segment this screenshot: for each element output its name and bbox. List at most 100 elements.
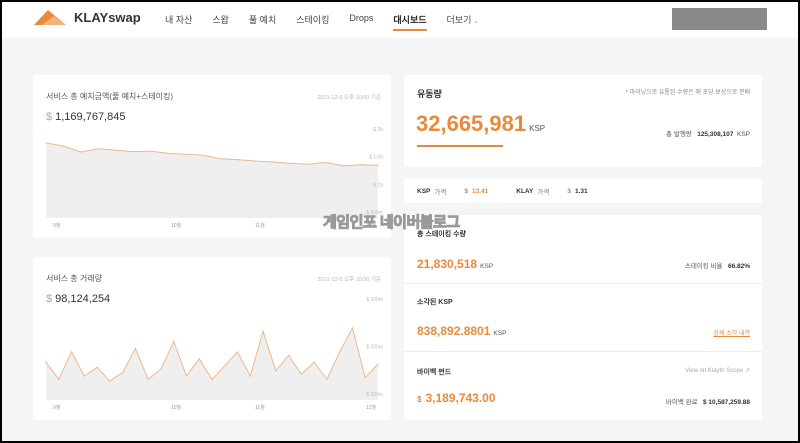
volume-area-fill [46,327,378,400]
total-supply-unit: KSP [736,131,750,138]
volume-data-point [211,378,213,380]
burned-unit: KSP [493,330,507,337]
deposit-data-point [272,161,274,163]
volume-data-point [122,371,124,374]
volume-data-point [173,341,175,343]
stats-card: 총 스테이킹 수량 21,830,518 KSP 스테이킹 비율 66.82% 소… [404,215,762,420]
deposit-data-point [290,162,292,164]
volume-data-point [300,373,302,375]
buyback-done-value: $ 10,587,259.88 [703,399,750,406]
wallet-button[interactable] [672,8,767,30]
buyback-currency: $ [417,395,422,404]
menu-item-swap[interactable]: 스왑 [212,13,229,26]
volume-y-tick-label: $ 300m [366,297,383,303]
circulation-accent-bar [417,145,503,147]
burned-section: 소각된 KSP 838,892.8801 KSP 상세 소각 내역 [404,283,762,351]
deposit-data-point [342,165,344,167]
menu-item-more[interactable]: 더보기 ⌄ [447,13,480,26]
volume-data-point [288,354,290,356]
menu-item-staking[interactable]: 스테이킹 [296,13,329,26]
circulation-amount: 32,665,981 [416,111,527,136]
buyback-amount: 3,189,743.00 [425,391,496,405]
volume-data-point [45,361,47,363]
deposit-data-point [167,152,169,154]
top-nav: KLAYswap 내 자산 스왑 풀 예치 스테이킹 Drops 대시보드 더보… [0,0,800,38]
volume-y-tick-label: $ 100m [366,392,383,398]
deposit-data-point [80,151,82,153]
burned-value: 838,892.8801 KSP [417,324,506,338]
volume-data-point [58,378,60,380]
menu-item-drops[interactable]: Drops [349,13,373,26]
volume-data-point [109,380,111,382]
klayswap-logo-icon [34,10,66,25]
buyback-done-label: 바이백 완료 [665,399,698,406]
total-supply: 총 발행량 125,308,107 KSP [666,128,750,138]
deposit-data-point [97,148,100,150]
menu-item-dashboard[interactable]: 대시보드 [393,13,427,31]
buyback-value: $3,189,743.00 [417,391,496,405]
volume-data-point [262,330,264,332]
staking-unit: KSP [480,263,494,270]
circulation-title: 유동량 [417,89,442,99]
menu-item-more-label: 더보기 [446,15,472,25]
price-card: KSP 가격 $ 13.41 KLAY 가격 $ 1.31 [404,178,762,203]
volume-data-point [249,375,251,377]
total-supply-label: 총 발행량 [666,131,692,138]
volume-y-tick-label: $ 200m [366,345,383,351]
main-menu: 내 자산 스왑 풀 예치 스테이킹 Drops 대시보드 더보기 ⌄ [165,13,499,31]
volume-chart-svg: $ 300m $ 200m $ 100m 9월 10월 11월 12월 [45,297,383,411]
volume-data-point [96,366,98,368]
volume-data-point [313,361,315,363]
volume-data-point [275,370,277,372]
deposit-y-tick-label: $ 2b [373,127,383,133]
burn-history-link[interactable]: 상세 소각 내역 [714,328,750,337]
price-row: KSP 가격 $ 13.41 KLAY 가격 $ 1.31 [417,186,588,197]
circulation-note: * 마이닝으로 유통된 수량은 매 초당 보상으로 분배 [625,90,750,96]
deposit-data-point [359,164,362,166]
klay-price-label: KLAY [516,187,534,195]
volume-data-point [160,368,162,370]
deposit-area-fill [46,142,378,218]
deposit-x-tick-label: 10월 [171,222,182,229]
volume-x-tick-label: 10월 [171,404,182,411]
menu-item-my-assets[interactable]: 내 자산 [165,13,192,26]
ksp-price-currency: $ [464,187,468,195]
deposit-data-point [202,154,204,156]
volume-data-point [364,377,366,379]
klay-price-value: 1.31 [574,187,588,195]
deposit-data-point [150,150,152,152]
klaytn-scope-link[interactable]: View on Klaytn Scope ↗ [685,367,750,374]
volume-data-point [83,375,85,377]
klay-price-suffix: 가격 [537,189,550,196]
deposit-data-point [115,149,117,151]
logo-text: KLAYswap [74,10,141,25]
deposit-data-point [220,158,222,160]
volume-data-point [185,375,188,377]
deposit-data-point [185,153,187,155]
circulation-card: 유동량 * 마이닝으로 유통된 수량은 매 초당 보상으로 분배 32,665,… [404,75,762,167]
volume-data-point [377,363,379,365]
logo[interactable]: KLAYswap [34,10,141,25]
volume-data-point [198,358,200,360]
deposit-x-tick-label: 11월 [255,222,265,229]
volume-data-point [147,378,149,380]
deposit-x-tick-label: 9월 [53,222,61,229]
total-supply-value: 125,308,107 [697,131,734,138]
ksp-price-suffix: 가격 [434,189,447,196]
deposit-data-point [45,142,47,144]
burned-title: 소각된 KSP [417,299,453,306]
deposit-data-point [132,150,134,153]
buyback-section: 바이백 펀드 View on Klaytn Scope ↗ $3,189,743… [404,351,762,420]
buyback-title: 바이백 펀드 [417,369,452,376]
menu-item-pool[interactable]: 풀 예치 [249,13,276,26]
circulation-value: 32,665,981 KSP [416,111,545,137]
volume-data-point [224,365,226,367]
staking-value: 21,830,518 KSP [417,257,493,271]
deposit-data-point [237,159,239,161]
deposit-y-tick-label: $ 1b [373,182,383,188]
ksp-price-label: KSP [417,187,431,195]
circulation-unit: KSP [529,124,546,133]
chevron-down-icon: ⌄ [473,18,480,25]
burned-amount: 838,892.8801 [417,324,491,338]
volume-data-point [326,378,328,380]
